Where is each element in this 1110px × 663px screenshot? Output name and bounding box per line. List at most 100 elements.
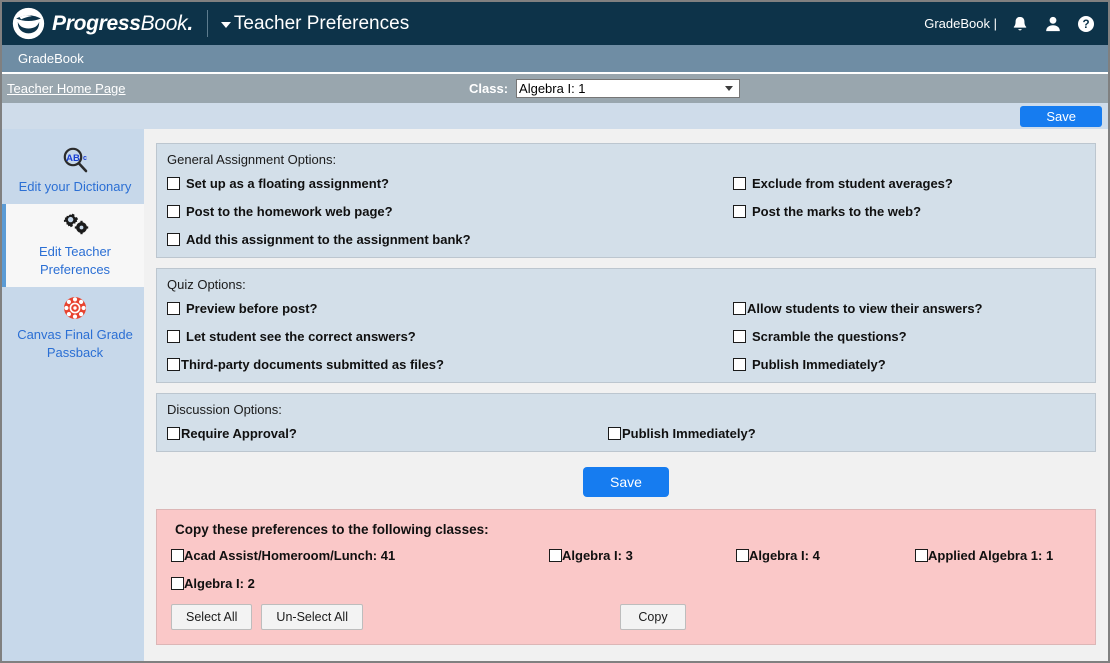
copy-class-label: Acad Assist/Homeroom/Lunch: 41 (184, 548, 396, 563)
option-add-this-assignment-to-the-assignment-bank[interactable]: Add this assignment to the assignment ba… (167, 232, 733, 247)
toolbar: Save (2, 103, 1108, 129)
checkbox[interactable] (733, 205, 746, 218)
checkbox[interactable] (733, 330, 746, 343)
sidebar-item-edit-dictionary[interactable]: AB c Edit your Dictionary (2, 139, 144, 204)
copy-actions-row: Select All Un-Select All Copy (171, 604, 1081, 630)
teacher-home-page-link[interactable]: Teacher Home Page (7, 81, 126, 96)
class-label: Class: (469, 81, 509, 96)
bell-icon[interactable] (1010, 13, 1030, 35)
help-icon[interactable]: ? (1076, 13, 1096, 35)
brand-name: ProgressBook. (52, 12, 193, 36)
main-content: General Assignment Options: Set up as a … (144, 129, 1108, 661)
class-selector-group: Class: Algebra I: 1 (469, 74, 741, 103)
option-label: Let student see the correct answers? (186, 329, 416, 344)
option-publish-immediately-quiz[interactable]: Publish Immediately? (733, 357, 1085, 372)
option-scramble-the-questions[interactable]: Scramble the questions? (733, 329, 1085, 344)
save-button-main[interactable]: Save (583, 467, 669, 497)
option-publish-immediately-discussion[interactable]: Publish Immediately? (608, 426, 1085, 441)
discussion-options-panel: Discussion Options: Require Approval? Pu… (156, 393, 1096, 452)
option-label: Scramble the questions? (752, 329, 907, 344)
svg-text:AB: AB (66, 153, 80, 164)
option-label: Allow students to view their answers? (747, 301, 983, 316)
option-post-the-marks-to-the-web[interactable]: Post the marks to the web? (733, 204, 1085, 219)
checkbox[interactable] (171, 549, 184, 562)
select-all-button[interactable]: Select All (171, 604, 253, 630)
option-exclude-from-student-averages[interactable]: Exclude from student averages? (733, 176, 1085, 191)
option-label: Set up as a floating assignment? (186, 176, 389, 191)
save-row: Save (156, 462, 1096, 509)
copy-preferences-panel: Copy these preferences to the following … (156, 509, 1096, 645)
grid-spacer (733, 232, 1085, 247)
options-grid: Preview before post? Allow students to v… (167, 301, 1085, 372)
body-container: AB c Edit your Dictionary Edit Teacher P… (2, 129, 1108, 661)
option-let-student-see-the-correct-answers[interactable]: Let student see the correct answers? (167, 329, 733, 344)
option-set-up-as-a-floating-assignment[interactable]: Set up as a floating assignment? (167, 176, 733, 191)
quiz-options-panel: Quiz Options: Preview before post? Allow… (156, 268, 1096, 383)
checkbox[interactable] (167, 205, 180, 218)
copy-class-algebra-i-3[interactable]: Algebra I: 3 (549, 548, 736, 563)
option-label: Require Approval? (181, 426, 297, 441)
checkbox[interactable] (733, 302, 746, 315)
checkbox[interactable] (167, 358, 180, 371)
checkbox[interactable] (167, 177, 180, 190)
brand-primary: Progress (52, 11, 141, 35)
page-title-menu[interactable]: Teacher Preferences (220, 12, 410, 35)
sidebar: AB c Edit your Dictionary Edit Teacher P… (2, 129, 144, 661)
svg-text:c: c (83, 155, 87, 162)
checkbox[interactable] (167, 302, 180, 315)
application-name: GradeBook (18, 51, 84, 66)
option-label: Third-party documents submitted as files… (181, 357, 444, 372)
brand-dot: . (187, 11, 193, 35)
user-icon[interactable] (1043, 13, 1063, 35)
top-nav-right: GradeBook | ? (924, 13, 1096, 35)
checkbox[interactable] (171, 577, 184, 590)
class-select[interactable]: Algebra I: 1 (516, 79, 741, 98)
checkbox[interactable] (736, 549, 749, 562)
option-allow-students-to-view-their-answers[interactable]: Allow students to view their answers? (733, 301, 1085, 316)
option-preview-before-post[interactable]: Preview before post? (167, 301, 733, 316)
top-navigation-bar: ProgressBook. Teacher Preferences GradeB… (2, 2, 1108, 45)
checkbox[interactable] (608, 427, 621, 440)
sidebar-item-canvas-final-grade-passback[interactable]: Canvas Final Grade Passback (2, 287, 144, 370)
checkbox[interactable] (733, 177, 746, 190)
sidebar-item-label: Edit your Dictionary (18, 179, 132, 194)
checkbox[interactable] (733, 358, 746, 371)
page-title: Teacher Preferences (233, 12, 410, 34)
panel-title: Quiz Options: (167, 277, 246, 292)
option-label: Exclude from student averages? (752, 176, 953, 191)
sidebar-item-label: Canvas Final Grade Passback (17, 327, 133, 360)
svg-text:?: ? (1082, 18, 1089, 31)
copy-class-label: Applied Algebra 1: 1 (928, 548, 1054, 563)
save-button-top[interactable]: Save (1020, 105, 1102, 127)
checkbox[interactable] (915, 549, 928, 562)
checkbox[interactable] (167, 233, 180, 246)
progressbook-logo[interactable]: ProgressBook. (12, 7, 193, 40)
copy-classes-grid: Acad Assist/Homeroom/Lunch: 41 Algebra I… (171, 548, 1081, 591)
checkbox[interactable] (167, 427, 180, 440)
checkbox[interactable] (167, 330, 180, 343)
option-post-to-the-homework-web-page[interactable]: Post to the homework web page? (167, 204, 733, 219)
copy-class-algebra-i-4[interactable]: Algebra I: 4 (736, 548, 915, 563)
option-label: Publish Immediately? (622, 426, 756, 441)
panel-title: Discussion Options: (167, 402, 282, 417)
copy-class-label: Algebra I: 2 (184, 576, 255, 591)
brand-secondary: Book (140, 11, 188, 35)
copy-class-applied-algebra-1-1[interactable]: Applied Algebra 1: 1 (915, 548, 1081, 563)
user-context-label: GradeBook | (924, 16, 997, 31)
options-grid: Require Approval? Publish Immediately? (167, 426, 1085, 441)
copy-class-acad-assist-homeroom-lunch-41[interactable]: Acad Assist/Homeroom/Lunch: 41 (171, 548, 549, 563)
option-require-approval[interactable]: Require Approval? (167, 426, 608, 441)
chevron-down-icon (725, 86, 734, 91)
sidebar-item-edit-teacher-preferences[interactable]: Edit Teacher Preferences (2, 204, 144, 287)
copy-button[interactable]: Copy (620, 604, 686, 630)
copy-class-algebra-i-2[interactable]: Algebra I: 2 (171, 576, 549, 591)
nav-divider (206, 10, 208, 37)
sidebar-item-label: Edit Teacher Preferences (38, 244, 112, 277)
application-bar: GradeBook (2, 45, 1108, 74)
option-third-party-documents-submitted-as-files[interactable]: Third-party documents submitted as files… (167, 357, 733, 372)
checkbox[interactable] (549, 549, 562, 562)
unselect-all-button[interactable]: Un-Select All (261, 604, 363, 630)
general-assignment-options-panel: General Assignment Options: Set up as a … (156, 143, 1096, 258)
option-label: Post the marks to the web? (752, 204, 922, 219)
copy-class-label: Algebra I: 4 (749, 548, 820, 563)
